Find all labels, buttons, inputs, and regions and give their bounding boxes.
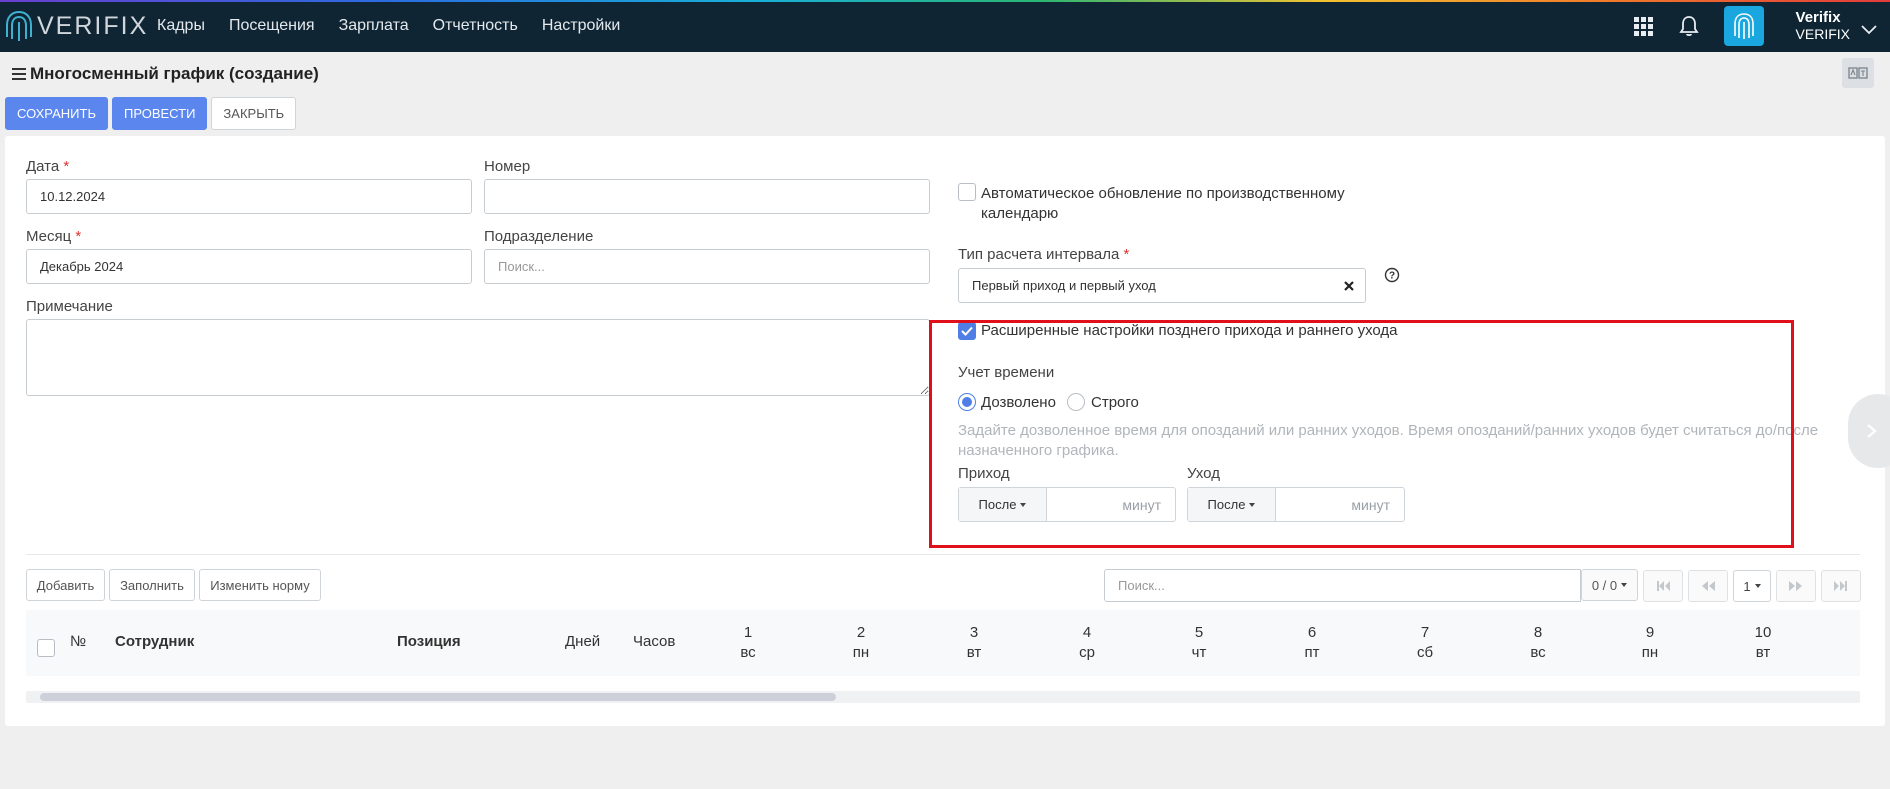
user-name: Verifix (1795, 9, 1841, 26)
toolbar: СОХРАНИТЬ ПРОВЕСТИ ЗАКРЫТЬ (5, 97, 300, 130)
col-day: 6 пт (1304, 624, 1320, 661)
record-count-dropdown[interactable]: 0 / 0 (1581, 569, 1638, 601)
col-day: 9 пн (1641, 624, 1659, 661)
col-number: № (70, 633, 87, 650)
col-day: 10 вт (1754, 624, 1772, 661)
next-page-icon (1789, 581, 1802, 591)
date-field[interactable]: 10.12.2024 (26, 179, 472, 214)
col-day: 5 чт (1191, 624, 1207, 661)
col-day: 7 сб (1416, 624, 1434, 661)
col-day: 3 вт (966, 624, 982, 661)
col-employee[interactable]: Сотрудник (115, 633, 194, 650)
add-button[interactable]: Добавить (26, 569, 105, 601)
note-textarea[interactable] (26, 319, 930, 396)
highlight-box (929, 320, 1794, 548)
fingerprint-icon (1733, 13, 1754, 39)
col-hours: Часов (633, 633, 676, 650)
auto-update-checkbox[interactable] (958, 183, 976, 201)
col-position[interactable]: Позиция (397, 633, 461, 650)
caret-down-icon (1621, 583, 1628, 587)
translate-icon (1848, 67, 1868, 79)
fill-button[interactable]: Заполнить (109, 569, 195, 601)
horizontal-scrollbar[interactable] (26, 691, 1860, 703)
nav-item-reports[interactable]: Отчетность (433, 17, 518, 35)
translate-button[interactable] (1842, 58, 1874, 88)
fingerprint-logo-icon (6, 11, 32, 41)
note-label: Примечание (26, 298, 113, 315)
nav-item-staff[interactable]: Кадры (157, 17, 205, 35)
next-page-button[interactable] (1776, 570, 1816, 602)
division-search-input[interactable]: Поиск... (484, 249, 930, 284)
page-title-text: Многосменный график (создание) (30, 64, 319, 83)
side-panel-toggle[interactable] (1848, 394, 1890, 468)
chevron-right-icon (1867, 424, 1877, 438)
prev-page-button[interactable] (1688, 570, 1728, 602)
division-label: Подразделение (484, 228, 594, 245)
help-icon[interactable]: ? (1384, 267, 1400, 283)
hamburger-menu-icon[interactable] (12, 68, 26, 80)
main-menu: Кадры Посещения Зарплата Отчетность Наст… (145, 0, 632, 52)
col-day: 4 ср (1079, 624, 1095, 661)
divider (26, 554, 1860, 555)
col-days: Дней (565, 633, 601, 650)
apps-grid-icon[interactable] (1632, 15, 1654, 37)
top-navbar: VERIFIX Кадры Посещения Зарплата Отчетно… (0, 0, 1890, 52)
date-label: Дата * (26, 158, 70, 175)
nav-item-salary[interactable]: Зарплата (339, 17, 409, 35)
interval-type-select[interactable]: Первый приход и первый уход (958, 268, 1366, 303)
number-label: Номер (484, 158, 531, 175)
caret-down-icon (1754, 584, 1761, 588)
user-menu[interactable]: Verifix VERIFIX (1796, 9, 1850, 43)
close-button[interactable]: ЗАКРЫТЬ (211, 97, 297, 130)
month-field[interactable]: Декабрь 2024 (26, 249, 472, 284)
bell-icon[interactable] (1678, 15, 1700, 37)
first-page-button[interactable] (1643, 570, 1683, 602)
page-title: Многосменный график (создание) (12, 64, 319, 84)
select-all-checkbox[interactable] (37, 639, 55, 657)
col-day: 2 пн (852, 624, 870, 661)
save-button[interactable]: СОХРАНИТЬ (5, 97, 108, 130)
scrollbar-thumb[interactable] (40, 693, 836, 701)
brand-name: VERIFIX (37, 11, 149, 40)
avatar[interactable] (1723, 6, 1764, 46)
logo[interactable]: VERIFIX (4, 9, 148, 43)
change-norm-button[interactable]: Изменить норму (199, 569, 321, 601)
first-page-icon (1657, 581, 1670, 591)
post-button[interactable]: ПРОВЕСТИ (111, 97, 208, 130)
last-page-icon (1834, 581, 1847, 591)
nav-item-settings[interactable]: Настройки (542, 17, 620, 35)
month-label: Месяц * (26, 228, 82, 245)
chevron-down-icon[interactable] (1860, 24, 1878, 36)
last-page-button[interactable] (1821, 570, 1861, 602)
col-day: 1 вс (740, 624, 756, 661)
interval-type-label: Тип расчета интервала * (958, 246, 1130, 263)
auto-update-label: Автоматическое обновление по производств… (981, 185, 1345, 222)
page-number-dropdown[interactable]: 1 (1733, 570, 1771, 602)
prev-page-icon (1702, 581, 1715, 591)
svg-text:?: ? (1389, 271, 1395, 282)
number-field[interactable] (484, 179, 930, 214)
col-day: 8 вс (1530, 624, 1546, 661)
table-header: № Сотрудник Позиция Дней Часов 1 вс 2 пн 3… (26, 610, 1860, 676)
table-search-input[interactable]: Поиск... (1104, 569, 1581, 602)
clear-icon[interactable] (1343, 280, 1355, 292)
nav-item-attendance[interactable]: Посещения (229, 17, 315, 35)
user-company: VERIFIX (1795, 26, 1850, 42)
